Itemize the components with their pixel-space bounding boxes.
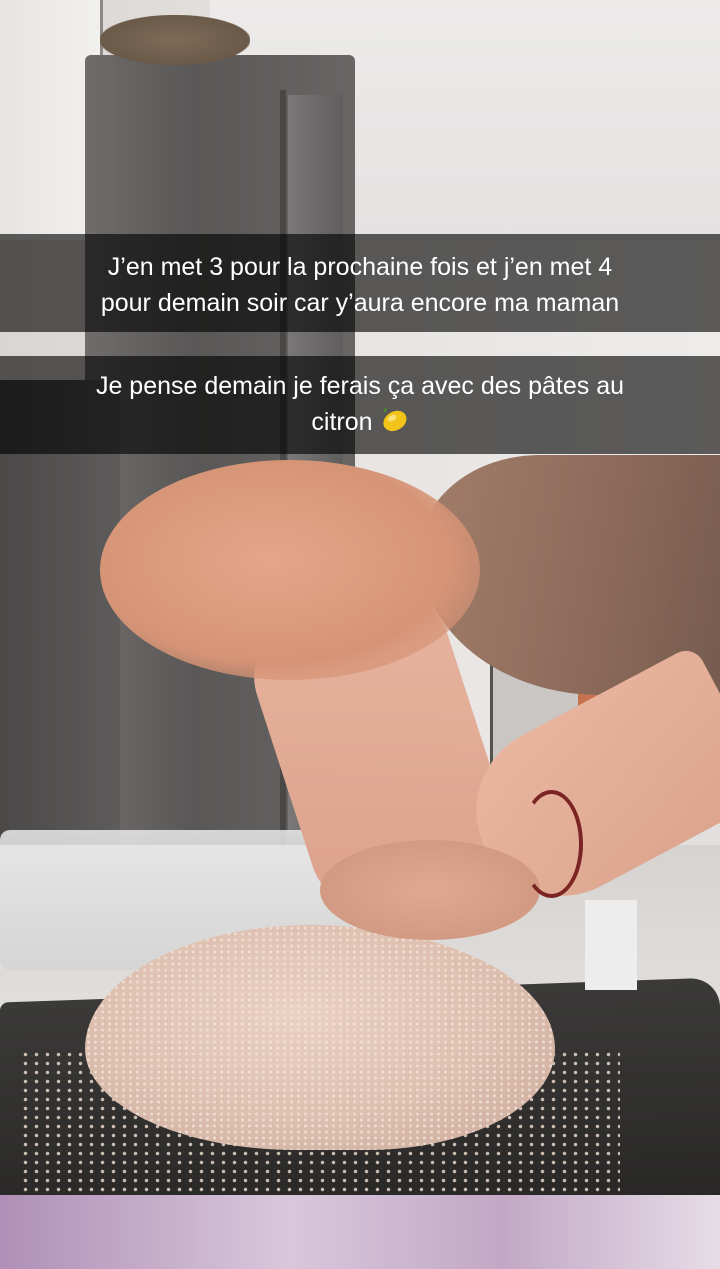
lemon-icon [382,407,407,432]
caption-2-line-1: Je pense demain je ferais ça avec des pâ… [95,372,625,400]
towel-on-fridge [100,15,250,65]
hand-on-cutlet [320,840,540,940]
white-box [585,900,637,990]
caption-1-line-2: pour demain soir car y’aura encore ma ma… [100,289,620,317]
photo-background [0,0,720,1269]
caption-bar-1: J’en met 3 pour la prochaine fois et j’e… [0,234,720,332]
caption-bar-2: Je pense demain je ferais ça avec des pâ… [0,356,720,454]
caption-2-line-2: citron [10,404,710,440]
plastic-wrap [0,1195,720,1269]
caption-2-line-2-text: citron [311,408,373,436]
caption-1-line-1: J’en met 3 pour la prochaine fois et j’e… [107,253,613,281]
red-bracelet [520,790,583,898]
blurred-hand [100,460,480,680]
